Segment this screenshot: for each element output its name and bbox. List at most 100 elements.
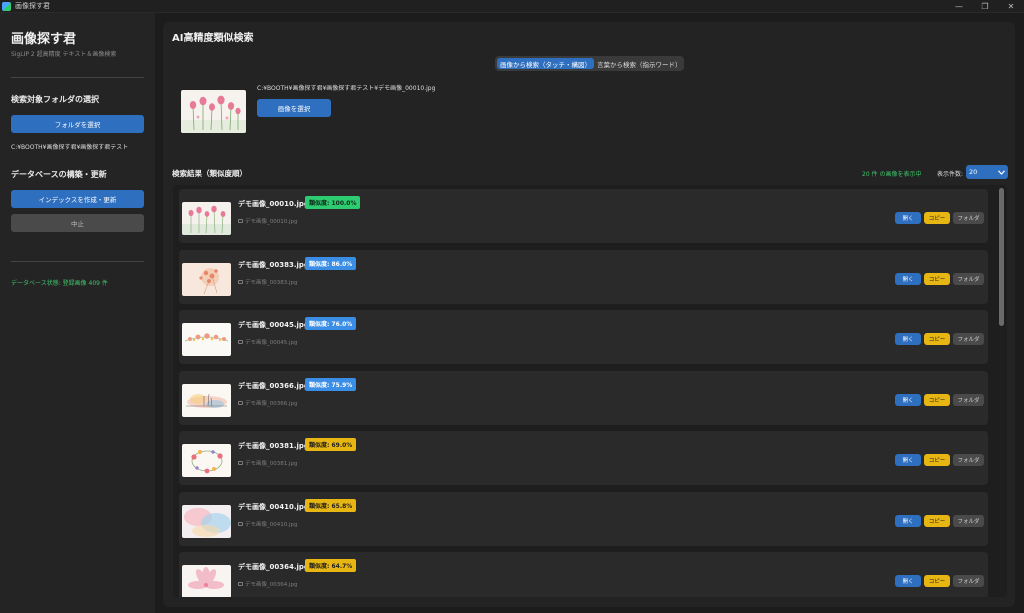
result-thumbnail[interactable] [182,323,231,356]
result-thumbnail[interactable] [182,444,231,477]
copy-button[interactable]: コピー [924,454,950,466]
similarity-badge: 類似度: 75.9% [305,377,357,391]
open-folder-button[interactable]: フォルダ [953,575,984,587]
open-folder-button[interactable]: フォルダ [953,514,984,527]
result-thumbnail[interactable] [182,504,231,538]
tab-text-search[interactable]: 言葉から検索（指示ワード） [594,58,685,69]
result-card[interactable]: デモ画像_00366.jpg 類似度: 75.9% デモ画像_00366.jpg 開く… [179,370,988,425]
result-subpath-text: デモ画像_00366.jpg [245,400,298,407]
open-button[interactable]: 開く [895,514,921,527]
open-button[interactable]: 開く [895,393,921,406]
copy-button[interactable]: コピー [924,272,950,285]
scroll-thumb[interactable] [999,188,1004,326]
result-card[interactable]: デモ画像_00045.jpg 類似度: 76.0% デモ画像_00045.jpg 開く… [179,310,988,364]
result-filename: デモ画像_00366.jpg [238,381,309,390]
folder-icon [238,461,243,465]
per-page-select[interactable]: 20 [966,165,1008,179]
folder-icon [238,219,243,223]
app-subtitle: SigLIP 2 超高精度 テキスト＆画像検索 [11,51,117,58]
sidebar-divider [11,261,144,262]
result-card[interactable]: デモ画像_00364.jpg 類似度: 64.7% デモ画像_00364.jpg 開く… [179,552,988,597]
open-button[interactable]: 開く [895,454,921,466]
build-index-button[interactable]: インデックスを作成・更新 [11,190,144,208]
result-subpath-text: デモ画像_00045.jpg [245,340,298,346]
open-folder-button[interactable]: フォルダ [953,393,984,406]
open-button[interactable]: 開く [895,333,921,345]
db-status: データベース状態: 登録画像 409 件 [11,280,108,287]
result-thumbnail[interactable] [182,383,231,417]
result-subpath-text: デモ画像_00010.jpg [245,219,298,225]
open-folder-button[interactable]: フォルダ [953,454,984,466]
maximize-icon[interactable]: ❐ [972,0,998,12]
page-title: AI高精度類似検索 [172,33,254,44]
result-filename: デモ画像_00381.jpg [238,442,309,450]
search-mode-tabs: 画像から検索（タッチ・構図） 言葉から検索（指示ワード） [495,56,684,71]
result-subpath-text: デモ画像_00383.jpg [245,279,298,286]
result-filename: デモ画像_00410.jpg [238,502,309,511]
folder-section-title: 検索対象フォルダの選択 [11,95,99,104]
result-subpath: デモ画像_00366.jpg [238,399,298,407]
similarity-badge: 類似度: 64.7% [305,559,357,572]
result-subpath-text: デモ画像_00410.jpg [245,521,298,528]
result-filename: デモ画像_00364.jpg [238,563,309,571]
main-panel: AI高精度類似検索 画像から検索（タッチ・構図） 言葉から検索（指示ワード） C… [163,22,1015,607]
copy-button[interactable]: コピー [924,212,950,224]
open-button[interactable]: 開く [895,575,921,587]
minimize-icon[interactable]: — [946,0,972,12]
results-scrollbar[interactable] [999,188,1004,594]
result-subpath: デモ画像_00045.jpg [238,338,298,346]
result-thumbnail[interactable] [182,262,231,296]
window-title: 画像探す君 [15,2,50,10]
folder-path: C:¥BOOTH¥画像探す君¥画像探す君テスト [11,144,129,151]
result-subpath-text: デモ画像_00381.jpg [245,461,298,467]
close-icon[interactable]: ✕ [998,0,1024,12]
result-card[interactable]: デモ画像_00383.jpg 類似度: 86.0% デモ画像_00383.jpg 開く… [179,249,988,304]
app-icon [2,1,11,11]
select-image-button[interactable]: 画像を選択 [257,99,331,117]
open-button[interactable]: 開く [895,272,921,285]
similarity-badge: 類似度: 86.0% [305,256,357,270]
per-page-value: 20 [969,168,978,176]
folder-icon [238,521,243,526]
result-subpath-text: デモ画像_00364.jpg [245,582,298,588]
chevron-down-icon [998,169,1005,175]
result-card[interactable]: デモ画像_00010.jpg 類似度: 100.0% デモ画像_00010.jpg 開… [179,189,988,243]
db-section-title: データベースの構築・更新 [11,170,107,179]
app-title: 画像探す君 [11,32,77,47]
folder-icon [238,400,243,405]
select-folder-button[interactable]: フォルダを選択 [11,115,144,133]
result-card[interactable]: デモ画像_00410.jpg 類似度: 65.8% デモ画像_00410.jpg 開く… [179,491,988,546]
sidebar-divider [11,77,144,78]
result-filename: デモ画像_00383.jpg [238,260,309,269]
result-filename: デモ画像_00045.jpg [238,321,309,329]
folder-icon [238,340,243,344]
result-thumbnail[interactable] [182,565,231,597]
result-card[interactable]: デモ画像_00381.jpg 類似度: 69.0% デモ画像_00381.jpg 開く… [179,431,988,485]
result-subpath: デモ画像_00010.jpg [238,217,298,225]
similarity-badge: 類似度: 69.0% [305,438,357,451]
window-titlebar: 画像探す君 — ❐ ✕ [0,0,1024,13]
open-folder-button[interactable]: フォルダ [953,333,984,345]
copy-button[interactable]: コピー [924,333,950,345]
tab-image-search[interactable]: 画像から検索（タッチ・構図） [497,58,594,69]
result-subpath: デモ画像_00383.jpg [238,278,298,286]
sidebar: 画像探す君 SigLIP 2 超高精度 テキスト＆画像検索 検索対象フォルダの選… [0,13,155,613]
copy-button[interactable]: コピー [924,393,950,406]
open-folder-button[interactable]: フォルダ [953,272,984,285]
folder-icon [238,279,243,284]
result-thumbnail[interactable] [182,202,231,235]
similarity-badge: 類似度: 76.0% [305,317,357,330]
query-image-thumbnail [181,90,246,133]
open-folder-button[interactable]: フォルダ [953,212,984,224]
copy-button[interactable]: コピー [924,575,950,587]
stop-button[interactable]: 中止 [11,214,144,232]
folder-icon [238,582,243,586]
copy-button[interactable]: コピー [924,514,950,527]
query-image-path: C:¥BOOTH¥画像探す君¥画像探す君テスト¥デモ画像_00010.jpg [257,85,436,92]
result-count: 20 件 の画像を表示中 [862,171,922,178]
results-label: 検索結果（類似度順） [172,169,247,178]
per-page-label: 表示件数: [937,171,964,178]
result-subpath: デモ画像_00364.jpg [238,580,298,588]
open-button[interactable]: 開く [895,212,921,224]
result-subpath: デモ画像_00410.jpg [238,520,298,528]
